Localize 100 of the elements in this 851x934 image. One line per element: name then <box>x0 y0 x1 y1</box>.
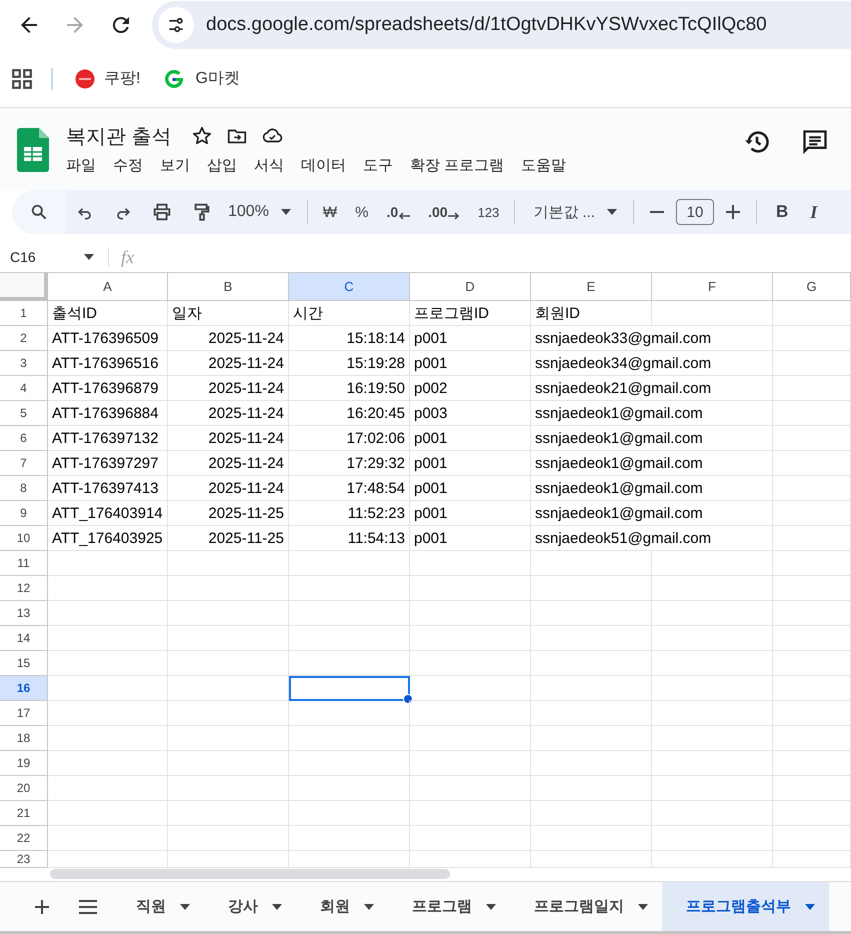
bookmark[interactable]: G마켓 <box>162 66 240 90</box>
sheet-tab[interactable]: 프로그램일지 <box>510 882 662 931</box>
print-icon[interactable] <box>151 201 173 223</box>
table-cell: 11:52:23 <box>289 501 410 526</box>
row-header[interactable]: 3 <box>0 351 48 376</box>
table-cell: 17:02:06 <box>289 426 410 451</box>
menu-item[interactable]: 서식 <box>254 156 284 175</box>
row-header[interactable]: 13 <box>0 601 48 626</box>
column-header[interactable]: E <box>531 273 652 301</box>
row-header[interactable]: 8 <box>0 476 48 501</box>
row-header[interactable]: 16 <box>0 676 48 701</box>
bookmark[interactable]: 쿠팡! <box>75 68 140 89</box>
table-cell: ATT-176396509 <box>48 326 168 351</box>
menu-item[interactable]: 도구 <box>363 156 393 175</box>
menu-item[interactable]: 데이터 <box>301 156 346 175</box>
row-header[interactable]: 17 <box>0 701 48 726</box>
caret-icon <box>272 904 282 910</box>
row-header[interactable]: 10 <box>0 526 48 551</box>
table-cell: ssnjaedeok21@gmail.com <box>531 376 773 401</box>
increase-decimal-button[interactable]: .00 <box>428 204 460 220</box>
row-header[interactable]: 19 <box>0 751 48 776</box>
menu-icon[interactable] <box>78 898 98 914</box>
menu-item[interactable]: 도움말 <box>521 156 566 175</box>
table-cell: ssnjaedeok1@gmail.com <box>531 501 773 526</box>
sheet-tab[interactable]: 프로그램 <box>388 882 510 931</box>
column-header[interactable]: D <box>410 273 531 301</box>
table-cell: 출석ID <box>48 301 168 326</box>
column-header[interactable]: F <box>652 273 773 301</box>
table-cell: 회원ID <box>531 301 652 326</box>
row-header[interactable]: 23 <box>0 851 48 868</box>
row-header[interactable]: 21 <box>0 801 48 826</box>
star-icon[interactable] <box>190 125 213 147</box>
document-title[interactable]: 복지관 출석 <box>66 122 172 150</box>
table-cell: ATT_176403925 <box>48 526 168 551</box>
sheet-tab[interactable]: 프로그램출석부 <box>662 882 829 931</box>
font-dropdown[interactable]: 기본값 ... <box>533 202 617 222</box>
menu-item[interactable]: 수정 <box>113 156 143 175</box>
bold-button[interactable]: B <box>776 202 788 222</box>
table-cell: ATT-176396516 <box>48 351 168 376</box>
row-header[interactable]: 22 <box>0 826 48 851</box>
table-cell: 2025-11-25 <box>168 526 289 551</box>
row-header[interactable]: 2 <box>0 326 48 351</box>
italic-button[interactable]: I <box>810 202 818 222</box>
caret-icon <box>486 904 496 910</box>
table-cell: ssnjaedeok1@gmail.com <box>531 426 773 451</box>
column-header[interactable]: A <box>48 273 168 301</box>
column-header[interactable]: C <box>289 273 410 301</box>
add-sheet-icon[interactable] <box>34 898 50 914</box>
currency-format-button[interactable]: ₩ <box>322 204 338 220</box>
row-header[interactable]: 1 <box>0 301 48 326</box>
table-cell: 11:54:13 <box>289 526 410 551</box>
table-cell: 15:18:14 <box>289 326 410 351</box>
row-header[interactable]: 7 <box>0 451 48 476</box>
row-header[interactable]: 11 <box>0 551 48 576</box>
name-box[interactable]: C16 <box>0 249 108 265</box>
left-arrow-icon <box>398 212 410 220</box>
menu-item[interactable]: 보기 <box>160 156 190 175</box>
sheet-tab[interactable]: 회원 <box>296 882 388 931</box>
column-header[interactable]: G <box>773 273 851 301</box>
table-cell: 15:19:28 <box>289 351 410 376</box>
column-header[interactable]: B <box>168 273 289 301</box>
table-cell: 2025-11-24 <box>168 326 289 351</box>
menu-item[interactable]: 파일 <box>66 156 96 175</box>
comment-icon[interactable] <box>801 128 829 156</box>
address-bar[interactable]: docs.google.com/spreadsheets/d/1tOgtvDHKvYSWvxecTcQIlQc80 <box>152 1 851 49</box>
plus-icon[interactable] <box>724 204 741 220</box>
table-cell: 2025-11-25 <box>168 501 289 526</box>
horizontal-scrollbar[interactable] <box>50 869 450 879</box>
fill-handle[interactable] <box>403 694 413 704</box>
search-icon[interactable] <box>12 190 66 234</box>
table-cell: p001 <box>410 351 531 376</box>
font-size-field[interactable]: 10 <box>676 199 714 225</box>
menu-item[interactable]: 삽입 <box>207 156 237 175</box>
table-cell: 16:19:50 <box>289 376 410 401</box>
percent-format-button[interactable]: % <box>355 204 368 220</box>
apps-grid-icon[interactable] <box>11 68 33 90</box>
selected-cell[interactable] <box>289 676 410 701</box>
site-settings-icon[interactable] <box>158 7 194 43</box>
row-header[interactable]: 18 <box>0 726 48 751</box>
sheet-tab[interactable]: 강사 <box>204 882 296 931</box>
row-header[interactable]: 4 <box>0 376 48 401</box>
row-header[interactable]: 6 <box>0 426 48 451</box>
sheet-tab[interactable]: 직원 <box>112 882 204 931</box>
row-header[interactable]: 9 <box>0 501 48 526</box>
table-cell: ssnjaedeok34@gmail.com <box>531 351 773 376</box>
url-text: docs.google.com/spreadsheets/d/1tOgtvDHKvYSWvxecTcQIlQc80 <box>206 14 767 36</box>
table-cell: ssnjaedeok33@gmail.com <box>531 326 773 351</box>
table-cell: ssnjaedeok1@gmail.com <box>531 401 773 426</box>
zoom-dropdown[interactable]: 100% <box>228 203 291 221</box>
decrease-decimal-button[interactable]: .0 <box>386 204 410 220</box>
menu-item[interactable]: 확장 프로그램 <box>410 156 504 175</box>
row-header[interactable]: 12 <box>0 576 48 601</box>
table-cell: ATT-176397413 <box>48 476 168 501</box>
table-cell: ATT-176397132 <box>48 426 168 451</box>
caret-icon <box>84 254 94 260</box>
row-header[interactable]: 5 <box>0 401 48 426</box>
number-format-button[interactable]: 123 <box>478 204 500 220</box>
sheets-logo-icon[interactable] <box>17 128 49 172</box>
row-header[interactable]: 14 <box>0 626 48 651</box>
row-header[interactable]: 20 <box>0 776 48 801</box>
